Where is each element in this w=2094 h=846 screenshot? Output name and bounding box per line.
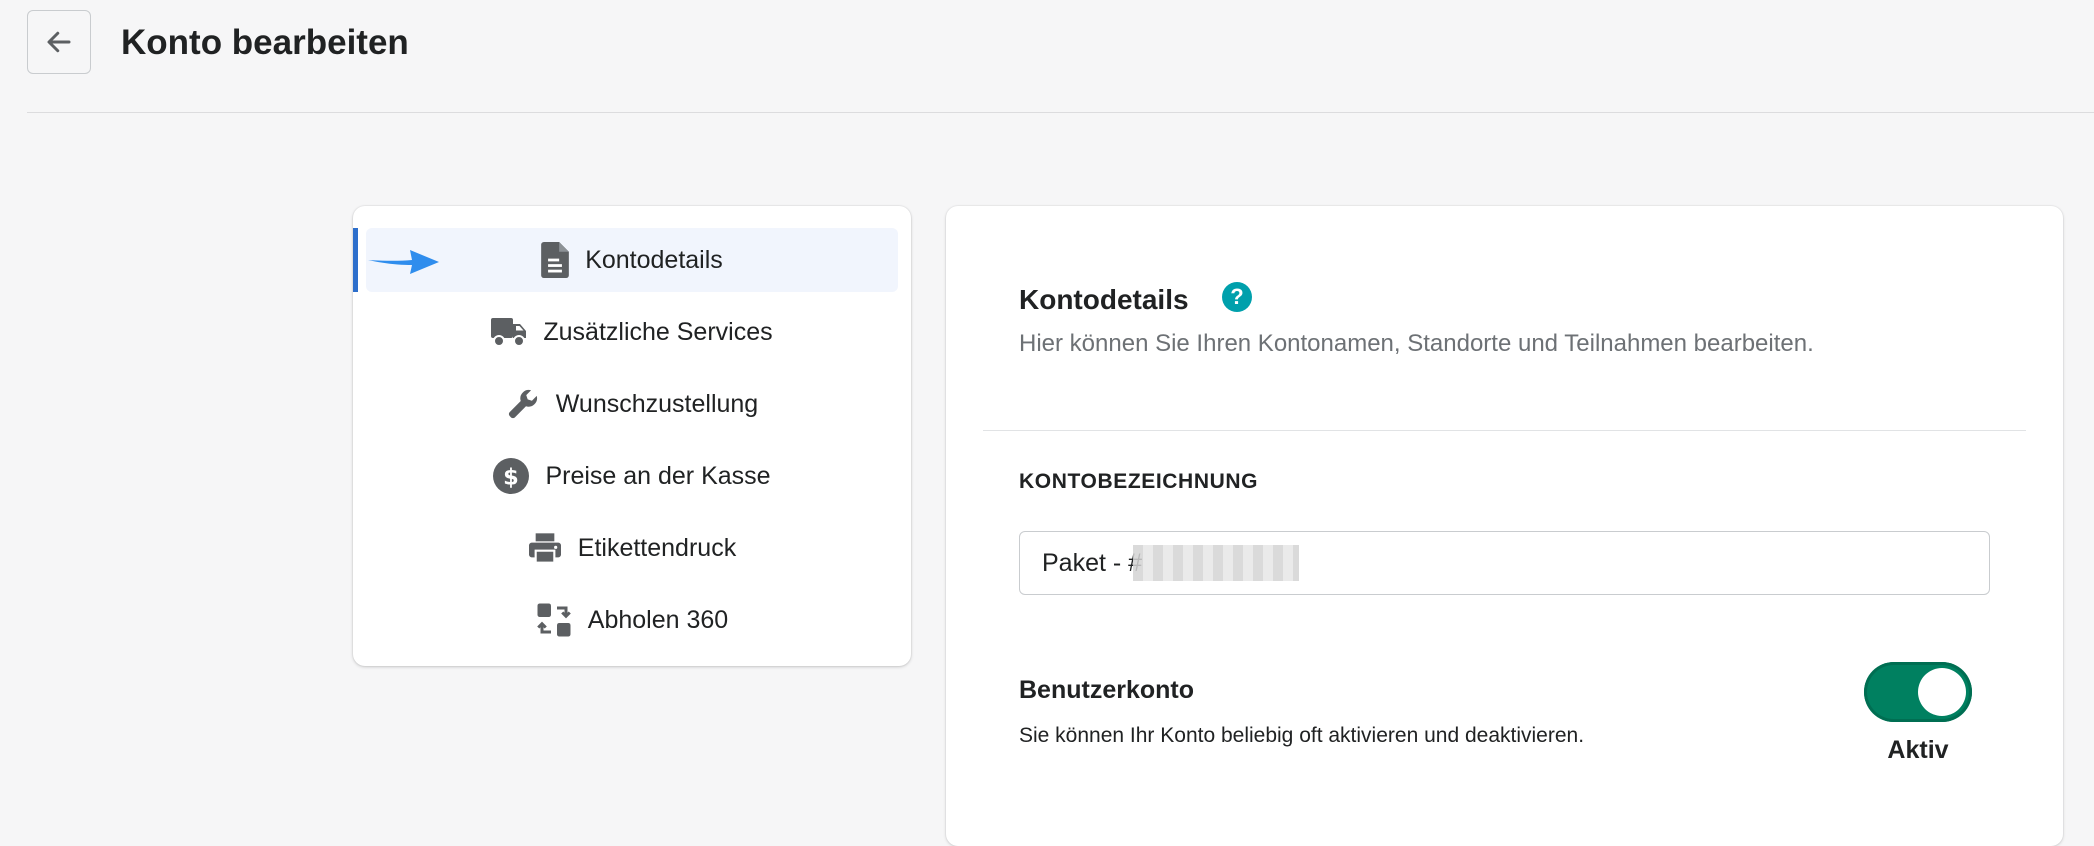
printer-icon — [528, 533, 561, 564]
section-title: Kontodetails — [1019, 284, 1189, 315]
wrench-icon — [508, 389, 537, 419]
arrow-left-icon — [47, 31, 71, 53]
nav-item-label: Kontodetails — [585, 245, 723, 274]
nav-item-label: Zusätzliche Services — [543, 317, 773, 346]
pointer-arrow-icon — [368, 250, 439, 274]
exchange-icon — [536, 603, 571, 637]
top-bar: Konto bearbeiten — [27, 0, 2094, 113]
truck-icon — [491, 318, 527, 347]
redacted-text — [1133, 545, 1299, 581]
nav-item-label: Wunschzustellung — [555, 389, 759, 418]
document-icon — [541, 242, 570, 278]
section-divider — [983, 430, 2026, 431]
active-indicator — [353, 228, 358, 292]
nav-item-zusaetzliche-services[interactable]: Zusätzliche Services — [353, 300, 911, 364]
section-description: Hier können Sie Ihren Kontonamen, Stando… — [1019, 330, 1814, 357]
user-account-title: Benutzerkonto — [1019, 676, 1194, 704]
toggle-state-label: Aktiv — [1887, 736, 1949, 764]
toggle-knob — [1918, 668, 1966, 716]
dollar-circle-icon: $ — [493, 458, 530, 494]
back-button[interactable] — [27, 10, 91, 74]
nav-item-label: Abholen 360 — [587, 605, 729, 634]
nav-item-etikettendruck[interactable]: Etikettendruck — [353, 516, 911, 580]
account-name-label: KONTOBEZEICHNUNG — [1019, 470, 1259, 493]
svg-text:$: $ — [504, 464, 520, 490]
account-details-card: Kontodetails ? Hier können Sie Ihren Kon… — [946, 206, 2063, 846]
nav-item-abholen-360[interactable]: Abholen 360 — [353, 588, 911, 652]
nav-item-preise-an-der-kasse[interactable]: $ Preise an der Kasse — [353, 444, 911, 508]
user-account-toggle[interactable] — [1864, 662, 1972, 722]
question-circle-icon[interactable]: ? — [1222, 282, 1252, 312]
user-account-description: Sie können Ihr Konto beliebig oft aktivi… — [1019, 724, 1585, 747]
nav-item-label: Etikettendruck — [577, 533, 737, 562]
nav-item-wunschzustellung[interactable]: Wunschzustellung — [353, 372, 911, 436]
nav-item-label: Preise an der Kasse — [545, 461, 771, 490]
page-title: Konto bearbeiten — [121, 23, 409, 62]
